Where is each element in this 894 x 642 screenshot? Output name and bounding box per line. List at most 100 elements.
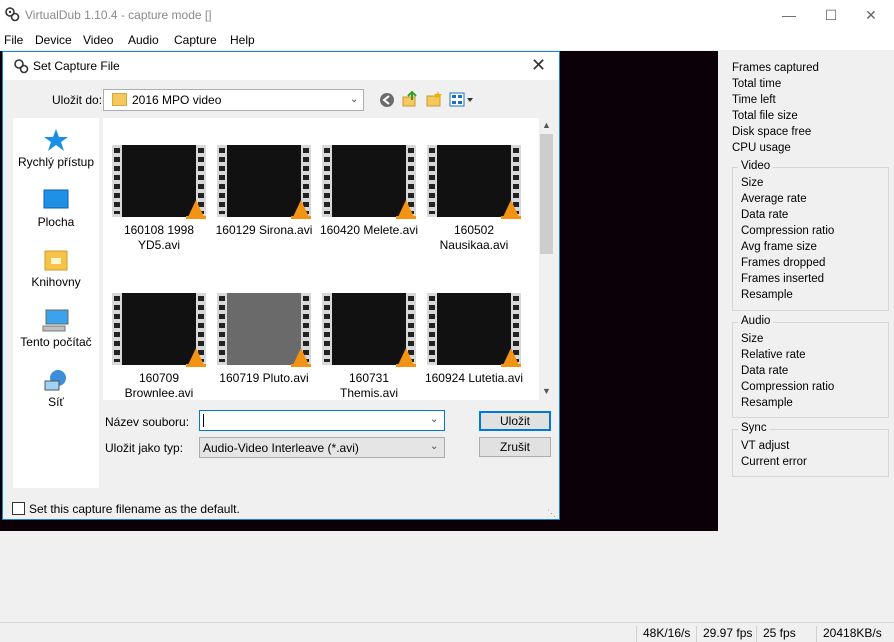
- default-filename-label: Set this capture filename as the default…: [29, 502, 240, 516]
- menu-bar: File Device Video Audio Capture Help: [0, 30, 894, 50]
- place-label: Knihovny: [31, 275, 81, 289]
- video-frames-dropped: Frames dropped: [741, 257, 826, 269]
- chevron-down-icon: ⌄: [430, 441, 439, 452]
- chevron-down-icon: ⌄: [350, 94, 359, 105]
- network-icon: [44, 370, 66, 391]
- file-item[interactable]: 160731 Themis.avi: [319, 293, 419, 401]
- app-title-bar: VirtualDub 1.10.4 - capture mode [] — ☐ …: [0, 0, 894, 30]
- menu-file[interactable]: File: [4, 33, 23, 47]
- save-button[interactable]: Uložit: [479, 411, 551, 431]
- place-libraries[interactable]: Knihovny: [13, 248, 99, 289]
- minimize-button[interactable]: —: [766, 0, 812, 30]
- video-thumbnail: [112, 145, 206, 219]
- close-window-button[interactable]: ✕: [848, 0, 894, 30]
- new-folder-icon[interactable]: [425, 90, 443, 108]
- filetype-value: Audio-Video Interleave (*.avi): [203, 441, 359, 455]
- place-label: Plocha: [37, 215, 75, 229]
- computer-icon: [42, 309, 69, 332]
- file-name: 160719 Pluto.avi: [219, 371, 309, 385]
- star-icon: [44, 129, 68, 151]
- back-icon[interactable]: [379, 92, 395, 108]
- place-label: Tento počítač: [20, 335, 92, 349]
- sync-current-error: Current error: [741, 456, 807, 468]
- status-bar: 48K/16/s 29.97 fps 25 fps 20418KB/s: [0, 622, 894, 642]
- video-size: Size: [741, 177, 764, 189]
- video-data-rate: Data rate: [741, 209, 789, 221]
- audio-size: Size: [741, 333, 764, 345]
- menu-capture[interactable]: Capture: [174, 33, 217, 47]
- video-frames-inserted: Frames inserted: [741, 273, 825, 285]
- file-list-scrollbar[interactable]: ▲ ▼: [539, 118, 554, 400]
- file-name: 160420 Melete.avi: [319, 223, 419, 237]
- vlc-cone-icon: [501, 200, 521, 219]
- place-network[interactable]: Síť: [13, 368, 99, 409]
- file-name: 160502 Nausikaa.avi: [439, 223, 509, 252]
- audio-compression-ratio: Compression ratio: [741, 381, 835, 393]
- menu-help[interactable]: Help: [230, 33, 255, 47]
- video-thumbnail: [322, 145, 416, 219]
- vlc-cone-icon: [501, 348, 521, 367]
- dialog-title: Set Capture File: [33, 59, 120, 73]
- file-name: 160924 Lutetia.avi: [424, 371, 524, 385]
- place-this-pc[interactable]: Tento počítač: [13, 308, 99, 349]
- file-item[interactable]: 160719 Pluto.avi: [214, 293, 314, 386]
- video-thumbnail: [427, 145, 521, 219]
- virtualdub-dialog-icon: [14, 59, 29, 74]
- file-item[interactable]: 160502 Nausikaa.avi: [424, 145, 524, 253]
- menu-audio[interactable]: Audio: [128, 33, 159, 47]
- place-desktop[interactable]: Plocha: [13, 188, 99, 229]
- vlc-cone-icon: [396, 200, 416, 219]
- scrollbar-thumb[interactable]: [540, 134, 553, 254]
- video-thumbnail: [217, 293, 311, 367]
- file-item[interactable]: 160420 Melete.avi: [319, 145, 419, 238]
- menu-video[interactable]: Video: [83, 33, 113, 47]
- place-label: Rychlý přístup: [17, 155, 95, 169]
- scroll-down-icon[interactable]: ▼: [541, 386, 552, 396]
- filename-input[interactable]: ⌄: [199, 410, 445, 431]
- filetype-dropdown[interactable]: Audio-Video Interleave (*.avi) ⌄: [199, 437, 445, 458]
- status-capture-fps: 29.97 fps: [696, 626, 752, 642]
- chevron-down-icon: ⌄: [430, 414, 439, 425]
- stat-total-file-size: Total file size: [732, 110, 798, 122]
- video-thumbnail: [322, 293, 416, 367]
- text-cursor: [203, 414, 204, 427]
- audio-group-title: Audio: [738, 315, 774, 327]
- file-name: 160129 Sirona.avi: [215, 223, 313, 237]
- place-label: Síť: [48, 395, 64, 409]
- audio-relative-rate: Relative rate: [741, 349, 806, 361]
- view-menu-icon[interactable]: [449, 92, 475, 108]
- up-folder-icon[interactable]: [401, 90, 419, 108]
- audio-resample: Resample: [741, 397, 793, 409]
- save-in-dropdown[interactable]: 2016 MPO video ⌄: [103, 89, 364, 111]
- default-filename-checkbox[interactable]: [12, 502, 25, 515]
- status-data-rate: 20418KB/s: [816, 626, 882, 642]
- file-name: 160731 Themis.avi: [339, 371, 398, 400]
- vlc-cone-icon: [291, 200, 311, 219]
- virtualdub-app-icon: [5, 7, 20, 22]
- resize-grip-icon[interactable]: ⋱: [547, 508, 556, 519]
- file-item[interactable]: 160129 Sirona.avi: [214, 145, 314, 238]
- dialog-title-bar: Set Capture File ✕: [3, 52, 559, 80]
- capture-info-panel: Frames captured Total time Time left Tot…: [723, 51, 894, 621]
- vlc-cone-icon: [186, 200, 206, 219]
- stat-frames-captured: Frames captured: [732, 62, 819, 74]
- video-compression-ratio: Compression ratio: [741, 225, 835, 237]
- cancel-button[interactable]: Zrušit: [479, 437, 551, 457]
- video-thumbnail: [112, 293, 206, 367]
- video-average-rate: Average rate: [741, 193, 807, 205]
- file-list: 160108 1998 YD5.avi 160129 Sirona.avi 16…: [103, 118, 539, 400]
- save-in-value: 2016 MPO video: [132, 93, 222, 107]
- video-avg-frame-size: Avg frame size: [741, 241, 817, 253]
- place-quick-access[interactable]: Rychlý přístup: [13, 128, 99, 169]
- places-bar: Rychlý přístup Plocha Knihovny Tento poč…: [13, 118, 99, 488]
- folder-icon: [112, 93, 127, 106]
- sync-group-title: Sync: [738, 422, 770, 434]
- dialog-close-button[interactable]: ✕: [531, 55, 546, 76]
- file-name: 160709 Brownlee.avi: [124, 371, 194, 400]
- file-item[interactable]: 160709 Brownlee.avi: [109, 293, 209, 401]
- file-item[interactable]: 160108 1998 YD5.avi: [109, 145, 209, 253]
- save-in-label: Uložit do:: [52, 93, 103, 107]
- menu-device[interactable]: Device: [35, 33, 72, 47]
- file-item[interactable]: 160924 Lutetia.avi: [424, 293, 524, 386]
- scroll-up-icon[interactable]: ▲: [541, 120, 552, 130]
